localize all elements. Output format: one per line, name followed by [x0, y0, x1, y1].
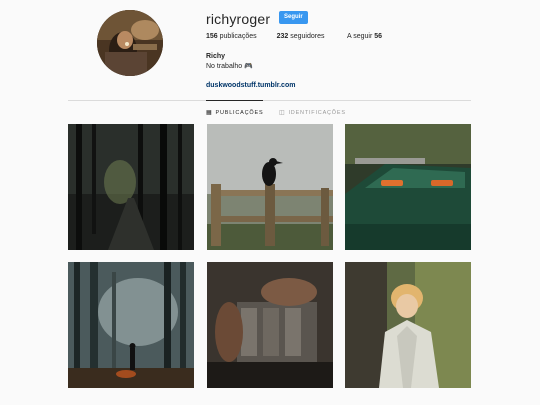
post-tile[interactable]	[207, 124, 333, 250]
post-image-crow-fence	[207, 124, 333, 250]
post-image-green-car	[345, 124, 471, 250]
followers-label: seguidores	[290, 33, 325, 40]
tab-tagged[interactable]: ◫ IDENTIFICAÇÕES	[279, 110, 346, 116]
tab-posts-label: PUBLICAÇÕES	[215, 110, 264, 116]
following-stat[interactable]: A seguir 56	[347, 33, 382, 40]
profile-stats: 156 publicações 232 seguidores A seguir …	[206, 33, 382, 40]
tabs-divider	[68, 100, 471, 101]
posts-count: 156	[206, 33, 218, 40]
posts-label: publicações	[219, 33, 257, 40]
post-image-engine	[207, 262, 333, 388]
posts-stat: 156 publicações	[206, 33, 257, 40]
followers-stat[interactable]: 232 seguidores	[277, 33, 325, 40]
tab-posts[interactable]: ▦ PUBLICAÇÕES	[206, 100, 264, 116]
tab-tagged-label: IDENTIFICAÇÕES	[288, 110, 346, 116]
post-image-blond-man	[345, 262, 471, 388]
profile-bio: No trabalho 🎮	[206, 63, 253, 70]
post-tile[interactable]	[68, 124, 194, 250]
grid-icon: ▦	[206, 110, 213, 116]
profile-username: richyroger	[206, 11, 271, 27]
profile-website-link[interactable]: duskwoodstuff.tumblr.com	[206, 82, 295, 89]
avatar-photo	[97, 10, 163, 76]
followers-count: 232	[276, 33, 289, 40]
following-label: A seguir	[347, 33, 373, 40]
following-count: 56	[374, 33, 383, 40]
post-image-foggy-forest	[68, 262, 194, 388]
tag-icon: ◫	[279, 110, 286, 116]
follow-button[interactable]: Seguir	[279, 11, 308, 24]
post-tile[interactable]	[207, 262, 333, 388]
post-tile[interactable]	[345, 124, 471, 250]
post-tile[interactable]	[68, 262, 194, 388]
post-image-dark-forest	[68, 124, 194, 250]
profile-avatar[interactable]	[97, 10, 163, 76]
profile-full-name: Richy	[206, 53, 226, 60]
post-tile[interactable]	[345, 262, 471, 388]
